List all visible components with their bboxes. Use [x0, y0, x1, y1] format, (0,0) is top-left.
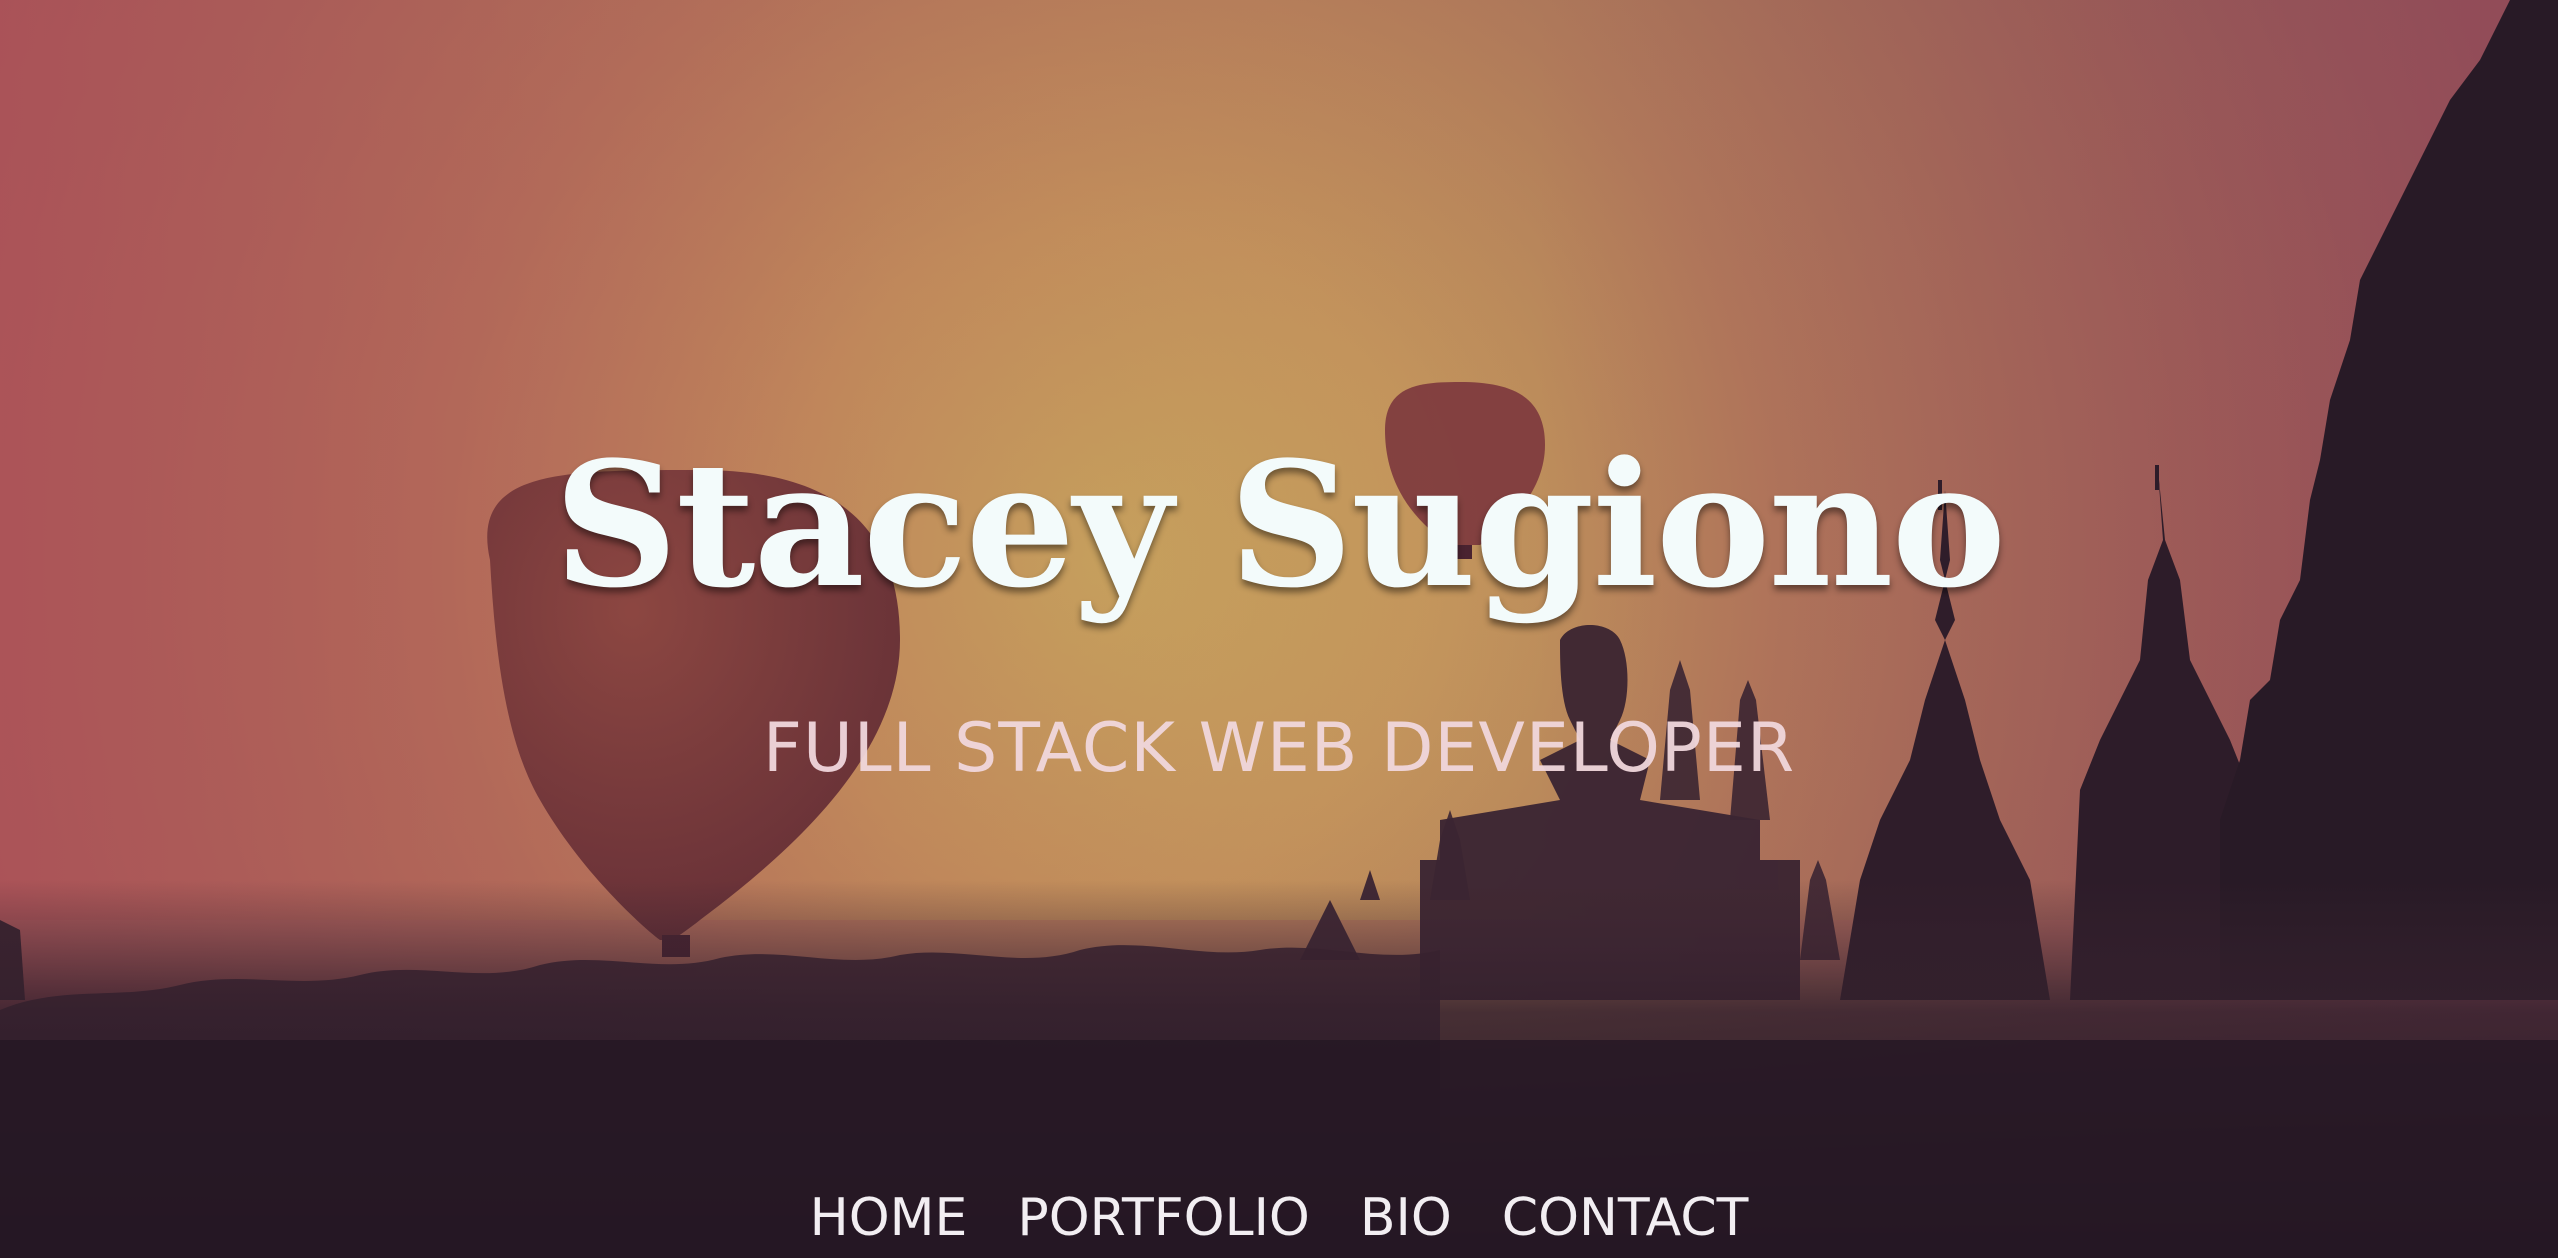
nav-link-contact[interactable]: CONTACT [1502, 1189, 1749, 1247]
hero-title: Stacey Sugiono [553, 423, 2006, 626]
nav-link-portfolio[interactable]: PORTFOLIO [1017, 1189, 1309, 1247]
hero-background-image [0, 0, 2558, 1258]
nav-link-bio[interactable]: BIO [1360, 1189, 1452, 1247]
hero-subtitle: FULL STACK WEB DEVELOPER [762, 709, 1796, 788]
main-nav: HOME PORTFOLIO BIO CONTACT [0, 1189, 2558, 1247]
hero-section: Stacey Sugiono FULL STACK WEB DEVELOPER … [0, 0, 2558, 1258]
nav-link-home[interactable]: HOME [810, 1189, 968, 1247]
